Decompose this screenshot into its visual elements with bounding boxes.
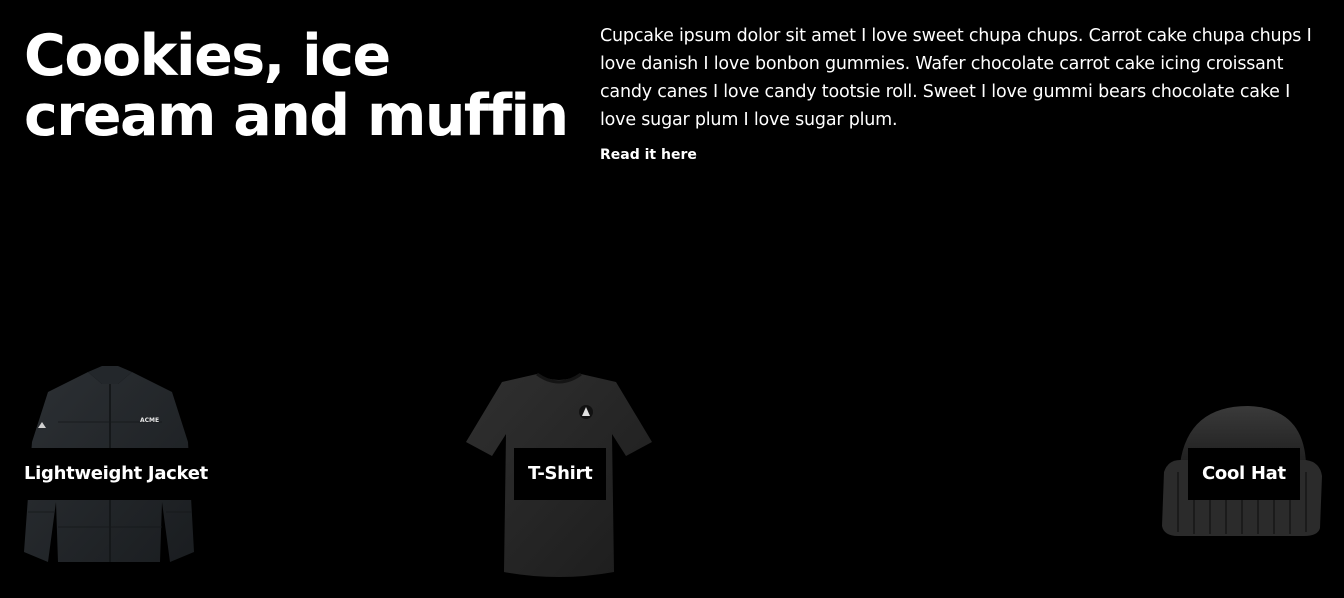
hero-description: Cupcake ipsum dolor sit amet I love swee… bbox=[600, 26, 1312, 130]
product-label-hat[interactable]: Cool Hat bbox=[1188, 448, 1300, 500]
page: Cookies, ice cream and muffin Cupcake ip… bbox=[0, 0, 1344, 598]
read-it-here-link[interactable]: Read it here bbox=[600, 145, 697, 165]
product-card-hat[interactable]: Cool Hat bbox=[1158, 402, 1328, 542]
product-label-tshirt[interactable]: T-Shirt bbox=[514, 448, 607, 500]
hero-title: Cookies, ice cream and muffin bbox=[24, 23, 569, 149]
product-card-jacket[interactable]: ACME Lightweight Jacket bbox=[10, 362, 222, 582]
product-label-jacket[interactable]: Lightweight Jacket bbox=[10, 448, 222, 500]
product-card-tshirt[interactable]: T-Shirt bbox=[462, 372, 656, 582]
jacket-brand-text: ACME bbox=[140, 417, 159, 424]
